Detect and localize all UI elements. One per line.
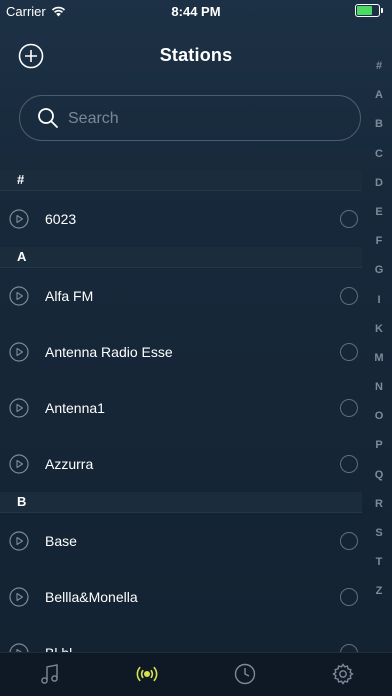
station-name: 6023: [45, 211, 77, 227]
play-icon[interactable]: [9, 286, 29, 306]
station-row[interactable]: Alfa FM: [0, 268, 362, 324]
play-icon[interactable]: [9, 587, 29, 607]
index-letter[interactable]: A: [370, 81, 388, 110]
section-header: B: [0, 492, 362, 513]
section-header: #: [0, 170, 362, 191]
clock-icon: [234, 663, 256, 685]
select-circle[interactable]: [340, 210, 358, 228]
station-row[interactable]: Bellla&Monella: [0, 569, 362, 625]
index-letter[interactable]: #: [370, 52, 388, 81]
station-row[interactable]: Base: [0, 513, 362, 569]
select-circle[interactable]: [340, 455, 358, 473]
index-letter[interactable]: P: [370, 431, 388, 460]
section-header: A: [0, 247, 362, 268]
play-icon[interactable]: [9, 398, 29, 418]
station-name: Base: [45, 533, 77, 549]
search-input[interactable]: [66, 107, 330, 131]
search-icon: [38, 108, 58, 128]
station-list: #6023 A Alfa FM Antenna Radio Esse Antenna1 A…: [0, 170, 362, 653]
gear-icon: [332, 663, 354, 685]
station-name: Antenna1: [45, 400, 105, 416]
station-name: Antenna Radio Esse: [45, 344, 173, 360]
search-bar[interactable]: [19, 95, 361, 141]
index-letter[interactable]: Z: [370, 577, 388, 606]
select-circle[interactable]: [340, 343, 358, 361]
radio-broadcast-icon: [136, 666, 158, 682]
play-icon[interactable]: [9, 342, 29, 362]
index-letter[interactable]: T: [370, 548, 388, 577]
station-name: Azzurra: [45, 456, 94, 472]
index-letter[interactable]: R: [370, 490, 388, 519]
index-letter[interactable]: I: [370, 286, 388, 315]
station-name: Alfa FM: [45, 288, 94, 304]
tab-settings[interactable]: [331, 662, 355, 686]
status-time: 8:44 PM: [171, 4, 221, 19]
station-row[interactable]: Antenna Radio Esse: [0, 324, 362, 380]
index-letter[interactable]: C: [370, 140, 388, 169]
index-letter[interactable]: Q: [370, 461, 388, 490]
index-letter[interactable]: N: [370, 373, 388, 402]
status-bar: Carrier 8:44 PM: [0, 0, 392, 22]
play-icon[interactable]: [9, 454, 29, 474]
tab-history[interactable]: [233, 662, 257, 686]
tab-music[interactable]: [38, 662, 62, 686]
index-letter[interactable]: K: [370, 315, 388, 344]
station-row[interactable]: Antenna1: [0, 380, 362, 436]
select-circle[interactable]: [340, 532, 358, 550]
station-row[interactable]: 6023: [0, 191, 362, 247]
index-letter[interactable]: B: [370, 110, 388, 139]
index-letter[interactable]: G: [370, 256, 388, 285]
select-circle[interactable]: [340, 588, 358, 606]
index-letter[interactable]: O: [370, 402, 388, 431]
index-letter[interactable]: D: [370, 169, 388, 198]
index-letter[interactable]: M: [370, 344, 388, 373]
index-letter[interactable]: E: [370, 198, 388, 227]
play-icon[interactable]: [9, 531, 29, 551]
battery-icon: [355, 4, 383, 17]
music-note-icon: [41, 664, 58, 684]
tab-bar: [0, 652, 392, 696]
station-row[interactable]: Azzurra: [0, 436, 362, 492]
index-letter[interactable]: F: [370, 227, 388, 256]
index-letter[interactable]: S: [370, 519, 388, 548]
select-circle[interactable]: [340, 399, 358, 417]
station-row[interactable]: Bl.bl..: [0, 625, 362, 653]
tab-stations[interactable]: [135, 662, 159, 686]
page-title: Stations: [159, 45, 233, 65]
select-circle[interactable]: [340, 287, 358, 305]
alphabet-index[interactable]: # A B C D E F G I K M N O P Q R S T Z: [370, 52, 388, 607]
play-icon[interactable]: [9, 209, 29, 229]
station-name: Bellla&Monella: [45, 589, 138, 605]
